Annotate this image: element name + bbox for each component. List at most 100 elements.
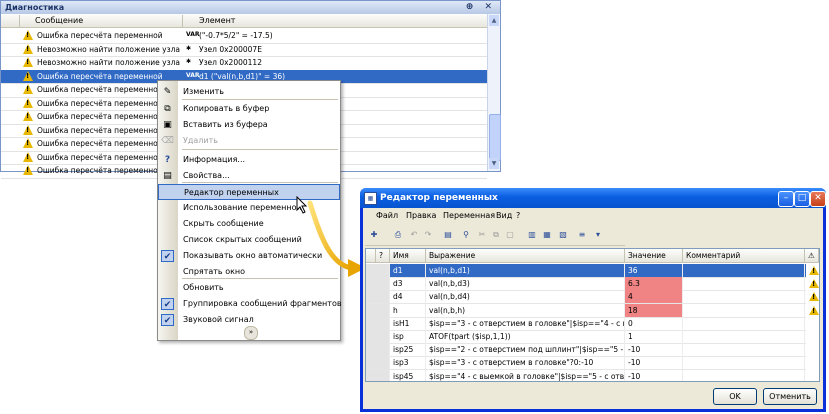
copy-icon[interactable]: ⧉ — [489, 228, 503, 242]
new-variable-icon[interactable]: ✚ — [367, 228, 381, 242]
filter-icon[interactable]: ▦ — [540, 228, 554, 242]
cell-comment[interactable] — [683, 303, 805, 317]
cell-value[interactable]: 1 — [625, 330, 683, 343]
cell-name[interactable]: d1 — [390, 264, 426, 277]
context-menu-item[interactable]: ✔ Группировка сообщений фрагментов — [158, 296, 342, 312]
cell-name[interactable]: isH1 — [390, 316, 426, 330]
variable-row[interactable]: d4 val(n,b,d4) 4 — [366, 290, 819, 305]
cell-expr[interactable]: $isp=="2 - с отверстием под шплинт"|$isp… — [426, 343, 625, 357]
menu-file[interactable]: Файл — [376, 211, 398, 220]
cell-comment[interactable] — [683, 316, 805, 330]
cell-comment[interactable] — [683, 290, 805, 304]
cell-expr[interactable]: val(n,b,d4) — [426, 290, 625, 304]
cell-name[interactable]: isp25 — [390, 343, 426, 357]
cell-name[interactable]: isp3 — [390, 356, 426, 370]
variable-row[interactable]: isp3 $isp=="3 - с отверстием в головке"?0… — [366, 356, 806, 371]
context-menu-item[interactable]: ⧉ Копировать в буфер — [158, 101, 340, 117]
var-icon[interactable]: ≡ — [575, 228, 589, 242]
cell-expr[interactable]: $isp=="4 - с выемкой в головке"|$isp=="5… — [426, 369, 625, 381]
minimize-icon[interactable]: – — [778, 191, 794, 207]
scroll-down-icon[interactable]: ▼ — [489, 158, 499, 169]
cell-value[interactable]: 36 — [625, 264, 683, 277]
variable-row[interactable]: isp25 $isp=="2 - с отверстием под шплинт"… — [366, 343, 806, 358]
context-menu-item[interactable]: Обновить — [158, 280, 340, 296]
cancel-button[interactable]: Отменить — [763, 388, 817, 405]
ok-button[interactable]: OK — [713, 388, 757, 405]
menu-variable[interactable]: Переменная — [443, 211, 495, 220]
grid-column-header[interactable]: Значение — [625, 249, 683, 263]
context-menu-item[interactable]: ? Информация... — [158, 152, 340, 168]
row-selector[interactable] — [366, 303, 390, 317]
menu-view[interactable]: Вид — [496, 211, 512, 220]
cell-comment[interactable] — [683, 277, 805, 291]
cell-name[interactable]: isp45 — [390, 369, 426, 381]
cell-value[interactable]: -10 — [625, 369, 683, 381]
grid-column-header[interactable] — [366, 249, 376, 263]
cell-comment[interactable] — [683, 356, 805, 370]
context-menu-item[interactable]: ✎ Изменить — [158, 84, 340, 100]
cut-icon[interactable]: ✂ — [475, 228, 489, 242]
cell-value[interactable]: -10 — [625, 356, 683, 370]
grid-column-header[interactable]: Комментарий — [683, 249, 805, 263]
sort-icon[interactable]: ▥ — [525, 228, 539, 242]
cell-value[interactable]: 0 — [625, 316, 683, 330]
cell-value[interactable]: 6.3 — [625, 277, 683, 291]
scroll-up-icon[interactable]: ▲ — [489, 15, 499, 26]
col-element-header[interactable]: Элемент — [199, 16, 235, 25]
close-icon[interactable]: ✕ — [810, 191, 826, 207]
properties-icon[interactable]: ▤ — [441, 228, 455, 242]
diagnostics-scrollbar[interactable]: ▲ ▼ — [487, 14, 501, 171]
cell-name[interactable]: d3 — [390, 277, 426, 291]
row-selector[interactable] — [366, 290, 390, 304]
cell-name[interactable]: d4 — [390, 290, 426, 304]
print-icon[interactable]: ⎙ — [391, 228, 405, 242]
find-icon[interactable]: ⚲ — [459, 228, 473, 242]
col-message-header[interactable]: Сообщение — [35, 16, 83, 25]
cell-value[interactable]: -10 — [625, 343, 683, 357]
diagnostics-row[interactable]: Невозможно найти положение узла ✱ Узел 0x2… — [1, 56, 487, 71]
row-selector[interactable] — [366, 264, 390, 277]
table-icon[interactable]: ▧ — [556, 228, 570, 242]
cell-comment[interactable] — [683, 369, 805, 381]
row-selector[interactable] — [366, 316, 390, 330]
cell-name[interactable]: isp — [390, 330, 426, 343]
redo-icon[interactable]: ↷ — [421, 228, 435, 242]
grid-column-header[interactable]: ? — [376, 249, 390, 263]
menu-edit[interactable]: Правка — [406, 211, 436, 220]
variable-editor-titlebar[interactable]: ▦ Редактор переменных – □ ✕ — [360, 188, 826, 208]
row-selector[interactable] — [366, 330, 390, 343]
cell-expr[interactable]: ATOF(tpart ($isp,1,1)) — [426, 330, 625, 343]
cell-expr[interactable]: $isp=="3 - с отверстием в головке"|$isp=… — [426, 316, 625, 330]
cell-value[interactable]: 4 — [625, 290, 683, 304]
variable-row[interactable]: d3 val(n,b,d3) 6.3 — [366, 277, 819, 292]
cell-expr[interactable]: val(n,b,d1) — [426, 264, 625, 277]
row-selector[interactable] — [366, 356, 390, 370]
diagnostics-row[interactable]: Ошибка пересчёта переменной VAR("-0.7*5/2… — [1, 29, 487, 44]
cell-comment[interactable] — [683, 330, 805, 343]
menu-help[interactable]: ? — [516, 211, 520, 220]
variable-row[interactable]: isp ATOF(tpart ($isp,1,1)) 1 — [366, 330, 806, 344]
grid-column-header[interactable]: ⚠ — [805, 249, 819, 263]
cell-value[interactable]: 18 — [625, 303, 683, 317]
cell-expr[interactable]: val(n,b,d3) — [426, 277, 625, 291]
variable-row[interactable]: isH1 $isp=="3 - с отверстием в головке"|$… — [366, 316, 806, 331]
panel-buttons[interactable]: ⊕ ✕ — [466, 1, 496, 14]
diagnostics-row[interactable]: Невозможно найти положение узла ✱ Узел 0x2… — [1, 43, 487, 57]
grid-column-header[interactable]: Имя — [390, 249, 426, 263]
cell-comment[interactable] — [683, 264, 805, 277]
grid-column-header[interactable]: Выражение — [426, 249, 625, 263]
cell-name[interactable]: h — [390, 303, 426, 317]
undo-icon[interactable]: ↶ — [407, 228, 421, 242]
row-selector[interactable] — [366, 277, 390, 291]
row-selector[interactable] — [366, 369, 390, 381]
paste-icon[interactable]: ▢ — [503, 228, 517, 242]
context-menu-item[interactable]: ▣ Вставить из буфера — [158, 117, 340, 133]
row-selector[interactable] — [366, 343, 390, 357]
maximize-icon[interactable]: □ — [794, 191, 810, 207]
cell-expr[interactable]: val(n,b,h) — [426, 303, 625, 317]
cell-comment[interactable] — [683, 343, 805, 357]
variable-row[interactable]: d1 val(n,b,d1) 36 — [366, 264, 819, 278]
expand-menu-icon[interactable]: » — [244, 326, 258, 340]
variable-row[interactable]: h val(n,b,h) 18 — [366, 303, 819, 318]
scroll-thumb[interactable] — [489, 114, 501, 161]
